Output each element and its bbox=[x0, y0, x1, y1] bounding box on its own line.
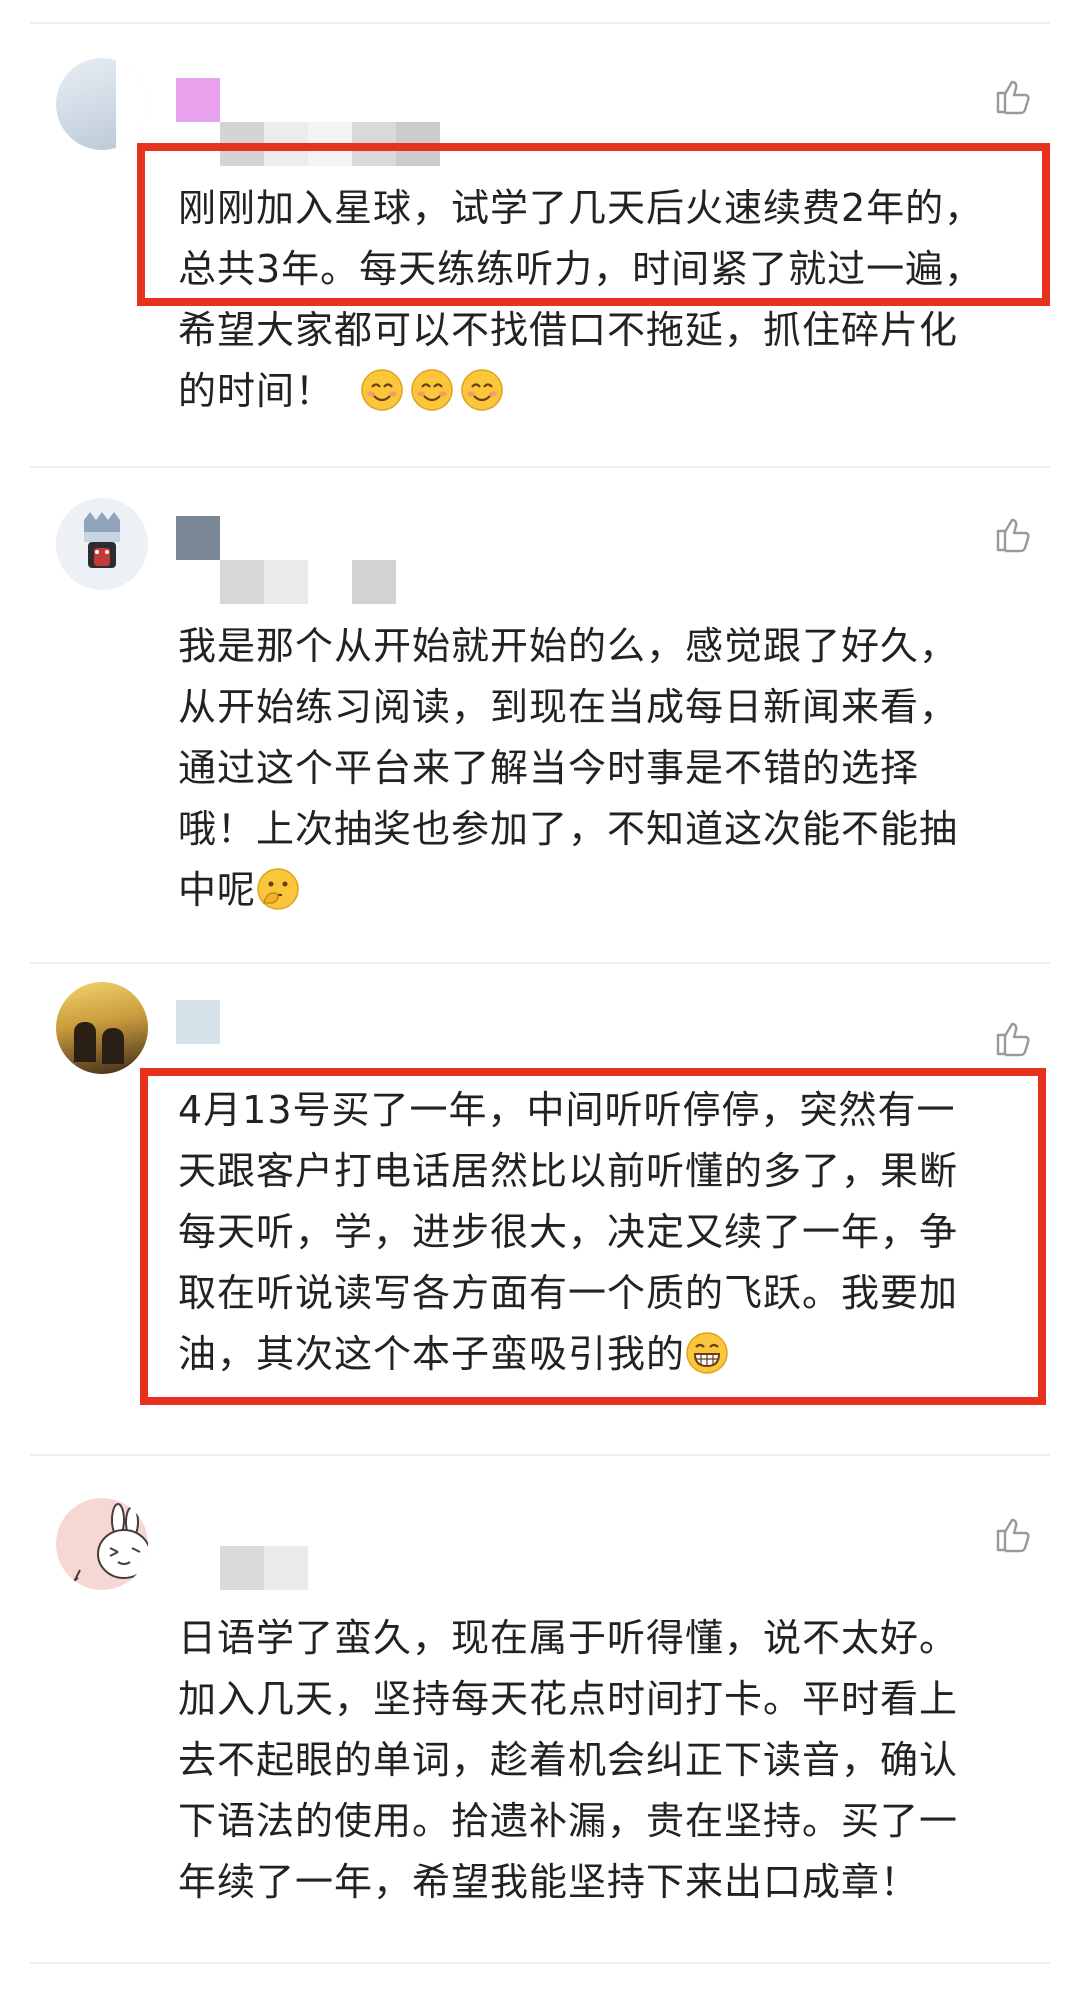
thumbs-up-icon[interactable] bbox=[992, 514, 1032, 554]
avatar[interactable] bbox=[56, 1498, 148, 1590]
smiling-face-icon bbox=[461, 369, 503, 411]
comment-item: 4月13号买了一年，中间听听停停，突然有一 天跟客户打电话居然比以前听懂的多了，果… bbox=[0, 966, 1080, 1446]
comment-line: 哦！上次抽奖也参加了，不知道这次能不能抽 bbox=[178, 807, 959, 851]
comment-line: 刚刚加入星球，试学了几天后火速续费2年的， bbox=[178, 186, 984, 230]
comment-line: 年续了一年，希望我能坚持下来出口成章！ bbox=[178, 1860, 920, 1904]
thinking-face-icon bbox=[257, 868, 299, 910]
comment-text: 刚刚加入星球，试学了几天后火速续费2年的， 总共3年。每天练练听力，时间紧了就过一… bbox=[178, 178, 1008, 422]
comment-line: 希望大家都可以不找借口不拖延，抓住碎片化 bbox=[178, 308, 959, 352]
comment-line: 取在听说读写各方面有一个质的飞跃。我要加 bbox=[178, 1271, 959, 1315]
comment-line: 从开始练习阅读，到现在当成每日新闻来看， bbox=[178, 685, 959, 729]
comment-text: 4月13号买了一年，中间听听停停，突然有一 天跟客户打电话居然比以前听懂的多了，果… bbox=[178, 1080, 1008, 1385]
cartoon-character-icon bbox=[84, 512, 120, 568]
comment-divider bbox=[30, 962, 1050, 964]
comment-line: 总共3年。每天练练听力，时间紧了就过一遍， bbox=[178, 247, 984, 291]
smiling-face-icon bbox=[411, 369, 453, 411]
comment-item: 刚刚加入星球，试学了几天后火速续费2年的， 总共3年。每天练练听力，时间紧了就过一… bbox=[0, 0, 1080, 470]
comment-line: 每天听，学，进步很大，决定又续了一年，争 bbox=[178, 1210, 959, 1254]
thumbs-up-icon[interactable] bbox=[992, 1018, 1032, 1058]
avatar[interactable] bbox=[56, 498, 148, 590]
thumbs-up-icon[interactable] bbox=[992, 76, 1032, 116]
comment-line-text: 的时间！ bbox=[178, 369, 335, 413]
comment-line-text: 油，其次这个本子蛮吸引我的 bbox=[178, 1332, 686, 1376]
comment-divider bbox=[30, 1454, 1050, 1456]
comment-line: 我是那个从开始就开始的么，感觉跟了好久， bbox=[178, 624, 959, 668]
comment-text: 我是那个从开始就开始的么，感觉跟了好久， 从开始练习阅读，到现在当成每日新闻来看，… bbox=[178, 616, 1008, 921]
thumbs-up-icon[interactable] bbox=[992, 1514, 1032, 1554]
comment-line: 天跟客户打电话居然比以前听懂的多了，果断 bbox=[178, 1149, 959, 1193]
comment-line: 的时间！ bbox=[178, 361, 1008, 422]
smiling-face-icon bbox=[361, 369, 403, 411]
grinning-face-icon bbox=[686, 1332, 728, 1374]
comment-line: 加入几天，坚持每天花点时间打卡。平时看上 bbox=[178, 1677, 959, 1721]
comment-item: 我是那个从开始就开始的么，感觉跟了好久， 从开始练习阅读，到现在当成每日新闻来看，… bbox=[0, 470, 1080, 966]
avatar[interactable] bbox=[56, 982, 148, 1074]
comment-divider bbox=[30, 1962, 1050, 1964]
comment-item: 日语学了蛮久，现在属于听得懂，说不太好。 加入几天，坚持每天花点时间打卡。平时看上… bbox=[0, 1458, 1080, 1958]
comment-text: 日语学了蛮久，现在属于听得懂，说不太好。 加入几天，坚持每天花点时间打卡。平时看上… bbox=[178, 1608, 1008, 1913]
comment-line: 4月13号买了一年，中间听听停停，突然有一 bbox=[178, 1088, 956, 1132]
comment-line: 下语法的使用。拾遗补漏，贵在坚持。买了一 bbox=[178, 1799, 959, 1843]
bunny-character-icon bbox=[71, 1503, 148, 1583]
comment-line: 通过这个平台来了解当今时事是不错的选择 bbox=[178, 746, 920, 790]
comment-line: 中呢 bbox=[178, 860, 1008, 921]
avatar[interactable] bbox=[56, 58, 148, 150]
comment-line: 去不起眼的单词，趁着机会纠正下读音，确认 bbox=[178, 1738, 959, 1782]
comment-divider bbox=[30, 466, 1050, 468]
comment-line-text: 中呢 bbox=[178, 868, 257, 912]
comment-line: 油，其次这个本子蛮吸引我的 bbox=[178, 1324, 1008, 1385]
comment-line: 日语学了蛮久，现在属于听得懂，说不太好。 bbox=[178, 1616, 959, 1660]
